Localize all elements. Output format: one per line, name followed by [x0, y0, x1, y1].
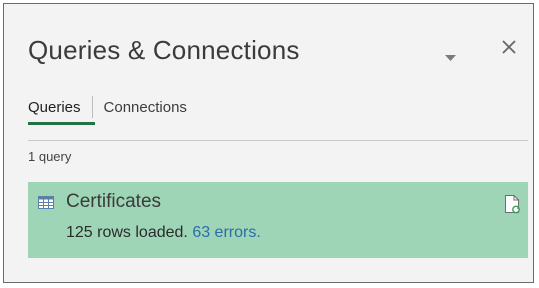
divider [28, 140, 528, 141]
pane-title: Queries & Connections [28, 35, 300, 65]
query-count: 1 query [28, 149, 72, 164]
tab-connections[interactable]: Connections [93, 99, 187, 116]
tab-queries[interactable]: Queries [28, 99, 92, 116]
query-item-certificates[interactable]: Certificates 125 rows loaded. 63 errors. [28, 182, 528, 258]
errors-link[interactable]: 63 errors. [192, 224, 260, 241]
rows-loaded-text: 125 rows loaded. [66, 224, 188, 241]
active-tab-indicator [28, 122, 95, 125]
tab-bar: Queries Connections [28, 94, 187, 120]
table-icon [38, 196, 54, 214]
chevron-down-icon[interactable] [445, 49, 456, 67]
document-refresh-icon[interactable] [504, 194, 520, 219]
queries-connections-pane: Queries & Connections Queries Connection… [3, 3, 534, 283]
close-icon[interactable] [502, 40, 516, 59]
query-status: 125 rows loaded. 63 errors. [66, 224, 261, 242]
query-name: Certificates [66, 191, 162, 212]
